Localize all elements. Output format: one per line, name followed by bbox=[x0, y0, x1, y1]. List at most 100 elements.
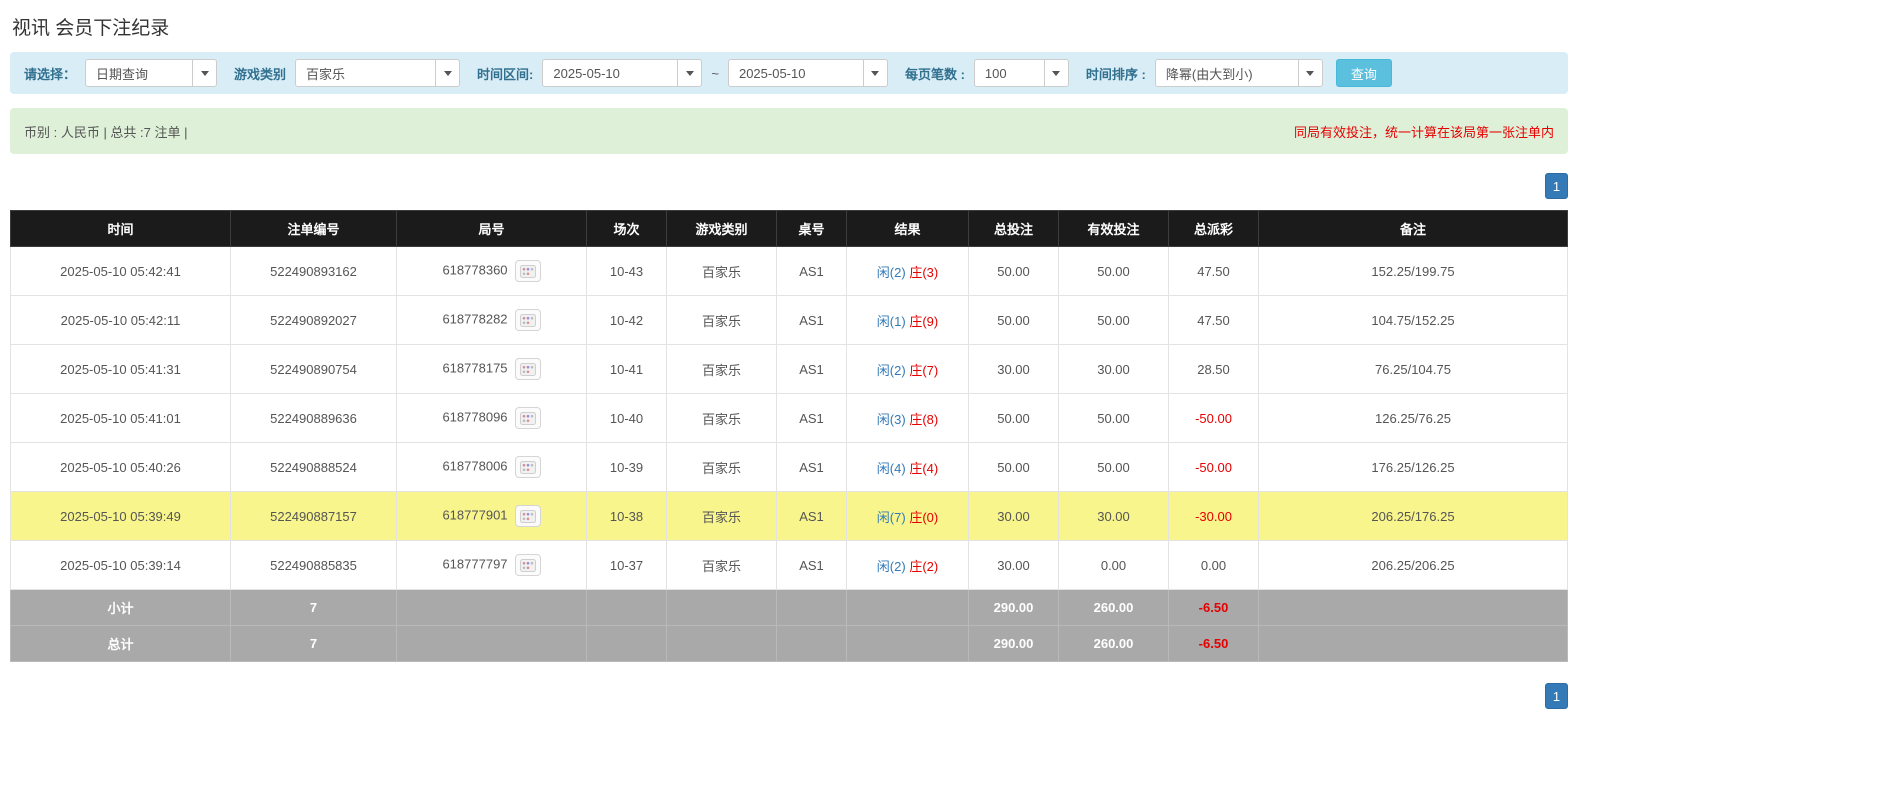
game-type-value: 百家乐 bbox=[306, 66, 346, 82]
column-header: 时间 bbox=[10, 210, 231, 247]
cell-result: 闲(1) 庄(9) bbox=[846, 295, 969, 345]
cell-result: 闲(4) 庄(4) bbox=[846, 442, 969, 492]
cell-total-bet[interactable]: 50.00 bbox=[968, 393, 1059, 443]
cell-table-no: AS1 bbox=[776, 393, 847, 443]
player-result: 闲(2) bbox=[876, 264, 906, 280]
round-no-text: 618777901 bbox=[442, 507, 508, 523]
cell-round-no: 618777901 bbox=[396, 491, 587, 541]
cell-payout: -50.00 bbox=[1168, 393, 1259, 443]
bet-records-table: 时间 注单编号 局号 场次 游戏类别 桌号 结果 总投注 有效投注 总派彩 备注 2025-05-1… bbox=[10, 210, 1568, 662]
cell-round-no: 618778360 bbox=[396, 246, 587, 296]
table-row: 2025-05-10 05:39:49 522490887157 618777901… bbox=[10, 491, 1568, 541]
footer-count: 7 bbox=[230, 625, 397, 662]
cell-result: 闲(3) 庄(8) bbox=[846, 393, 969, 443]
query-type-select[interactable]: 日期查询 bbox=[85, 59, 218, 87]
roadmap-icon[interactable] bbox=[514, 456, 541, 478]
currency-total-text: 币别 : 人民币 | 总共 :7 注单 | bbox=[24, 124, 188, 140]
page-container: 视讯 会员下注纪录 请选择： 日期查询 游戏类别 百家乐 时间区间: 2025-… bbox=[10, 13, 1568, 709]
cell-table-no: AS1 bbox=[776, 442, 847, 492]
footer-empty bbox=[666, 625, 777, 662]
game-type-select[interactable]: 百家乐 bbox=[295, 59, 461, 87]
table-row: 2025-05-10 05:42:41 522490893162 618778360… bbox=[10, 246, 1568, 296]
chevron-down-icon[interactable] bbox=[862, 60, 887, 86]
search-button[interactable]: 查询 bbox=[1335, 59, 1392, 87]
banker-result: 庄(8) bbox=[909, 411, 939, 427]
cell-game-type: 百家乐 bbox=[666, 344, 777, 394]
footer-label: 总计 bbox=[10, 625, 231, 662]
cell-session: 10-43 bbox=[586, 246, 667, 296]
cell-total-bet[interactable]: 30.00 bbox=[968, 344, 1059, 394]
cell-table-no: AS1 bbox=[776, 540, 847, 590]
cell-result: 闲(7) 庄(0) bbox=[846, 491, 969, 541]
player-result: 闲(2) bbox=[876, 362, 906, 378]
footer-empty bbox=[586, 589, 667, 626]
cell-result: 闲(2) 庄(7) bbox=[846, 344, 969, 394]
roadmap-icon[interactable] bbox=[514, 554, 541, 576]
cell-game-type: 百家乐 bbox=[666, 491, 777, 541]
cell-note: 206.25/176.25 bbox=[1258, 491, 1568, 541]
cell-time: 2025-05-10 05:41:31 bbox=[10, 344, 231, 394]
chevron-down-icon[interactable] bbox=[435, 60, 460, 86]
cell-session: 10-40 bbox=[586, 393, 667, 443]
banker-result: 庄(9) bbox=[909, 313, 939, 329]
cell-time: 2025-05-10 05:41:01 bbox=[10, 393, 231, 443]
chevron-down-icon[interactable] bbox=[1297, 60, 1322, 86]
column-header: 场次 bbox=[586, 210, 667, 247]
cell-bet-no: 522490887157 bbox=[230, 491, 397, 541]
column-header: 备注 bbox=[1258, 210, 1568, 247]
date-to-input[interactable]: 2025-05-10 bbox=[727, 59, 888, 87]
roadmap-icon[interactable] bbox=[514, 505, 541, 527]
cell-total-bet[interactable]: 30.00 bbox=[968, 491, 1059, 541]
column-header: 局号 bbox=[396, 210, 587, 247]
cell-payout: 0.00 bbox=[1168, 540, 1259, 590]
cell-session: 10-37 bbox=[586, 540, 667, 590]
page-1-button[interactable]: 1 bbox=[1545, 683, 1568, 709]
roadmap-icon[interactable] bbox=[514, 407, 541, 429]
summary-row: 小计 7 290.00 260.00 -6.50 bbox=[10, 589, 1568, 626]
cell-valid-bet: 30.00 bbox=[1058, 344, 1169, 394]
cell-time: 2025-05-10 05:39:49 bbox=[10, 491, 231, 541]
cell-payout: 28.50 bbox=[1168, 344, 1259, 394]
summary-bar: 币别 : 人民币 | 总共 :7 注单 | 同局有效投注，统一计算在该局第一张注… bbox=[10, 108, 1568, 154]
roadmap-icon[interactable] bbox=[514, 358, 541, 380]
time-sort-label: 时间排序 : bbox=[1085, 66, 1146, 82]
footer-empty bbox=[776, 589, 847, 626]
footer-empty bbox=[846, 589, 969, 626]
footer-empty bbox=[776, 625, 847, 662]
cell-valid-bet: 30.00 bbox=[1058, 491, 1169, 541]
table-row: 2025-05-10 05:39:14 522490885835 618777797… bbox=[10, 540, 1568, 590]
table-header-row: 时间 注单编号 局号 场次 游戏类别 桌号 结果 总投注 有效投注 总派彩 备注 bbox=[10, 210, 1568, 247]
page-size-value: 100 bbox=[984, 65, 1007, 81]
chevron-down-icon[interactable] bbox=[1043, 60, 1068, 86]
cell-note: 76.25/104.75 bbox=[1258, 344, 1568, 394]
game-type-label: 游戏类别 bbox=[234, 66, 287, 82]
cell-total-bet[interactable]: 50.00 bbox=[968, 246, 1059, 296]
chevron-down-icon[interactable] bbox=[192, 60, 217, 86]
page-size-select[interactable]: 100 bbox=[973, 59, 1069, 87]
round-no-text: 618778096 bbox=[442, 409, 508, 425]
cell-session: 10-42 bbox=[586, 295, 667, 345]
table-footer: 小计 7 290.00 260.00 -6.50 总计 7 290.00 260.00 -6.50 bbox=[10, 589, 1568, 662]
cell-session: 10-38 bbox=[586, 491, 667, 541]
page-1-button[interactable]: 1 bbox=[1545, 173, 1568, 199]
footer-empty bbox=[666, 589, 777, 626]
cell-payout: 47.50 bbox=[1168, 246, 1259, 296]
roadmap-icon[interactable] bbox=[514, 309, 541, 331]
cell-table-no: AS1 bbox=[776, 491, 847, 541]
cell-total-bet[interactable]: 50.00 bbox=[968, 295, 1059, 345]
cell-payout: -50.00 bbox=[1168, 442, 1259, 492]
chevron-down-icon[interactable] bbox=[677, 60, 702, 86]
cell-round-no: 618778006 bbox=[396, 442, 587, 492]
round-no-text: 618778282 bbox=[442, 311, 508, 327]
roadmap-icon[interactable] bbox=[514, 260, 541, 282]
cell-time: 2025-05-10 05:40:26 bbox=[10, 442, 231, 492]
cell-game-type: 百家乐 bbox=[666, 442, 777, 492]
footer-empty bbox=[586, 625, 667, 662]
cell-total-bet[interactable]: 50.00 bbox=[968, 442, 1059, 492]
time-sort-select[interactable]: 降幂(由大到小) bbox=[1154, 59, 1323, 87]
column-header: 结果 bbox=[846, 210, 969, 247]
date-from-input[interactable]: 2025-05-10 bbox=[542, 59, 703, 87]
cell-total-bet[interactable]: 30.00 bbox=[968, 540, 1059, 590]
footer-count: 7 bbox=[230, 589, 397, 626]
round-no-text: 618777797 bbox=[442, 556, 508, 572]
